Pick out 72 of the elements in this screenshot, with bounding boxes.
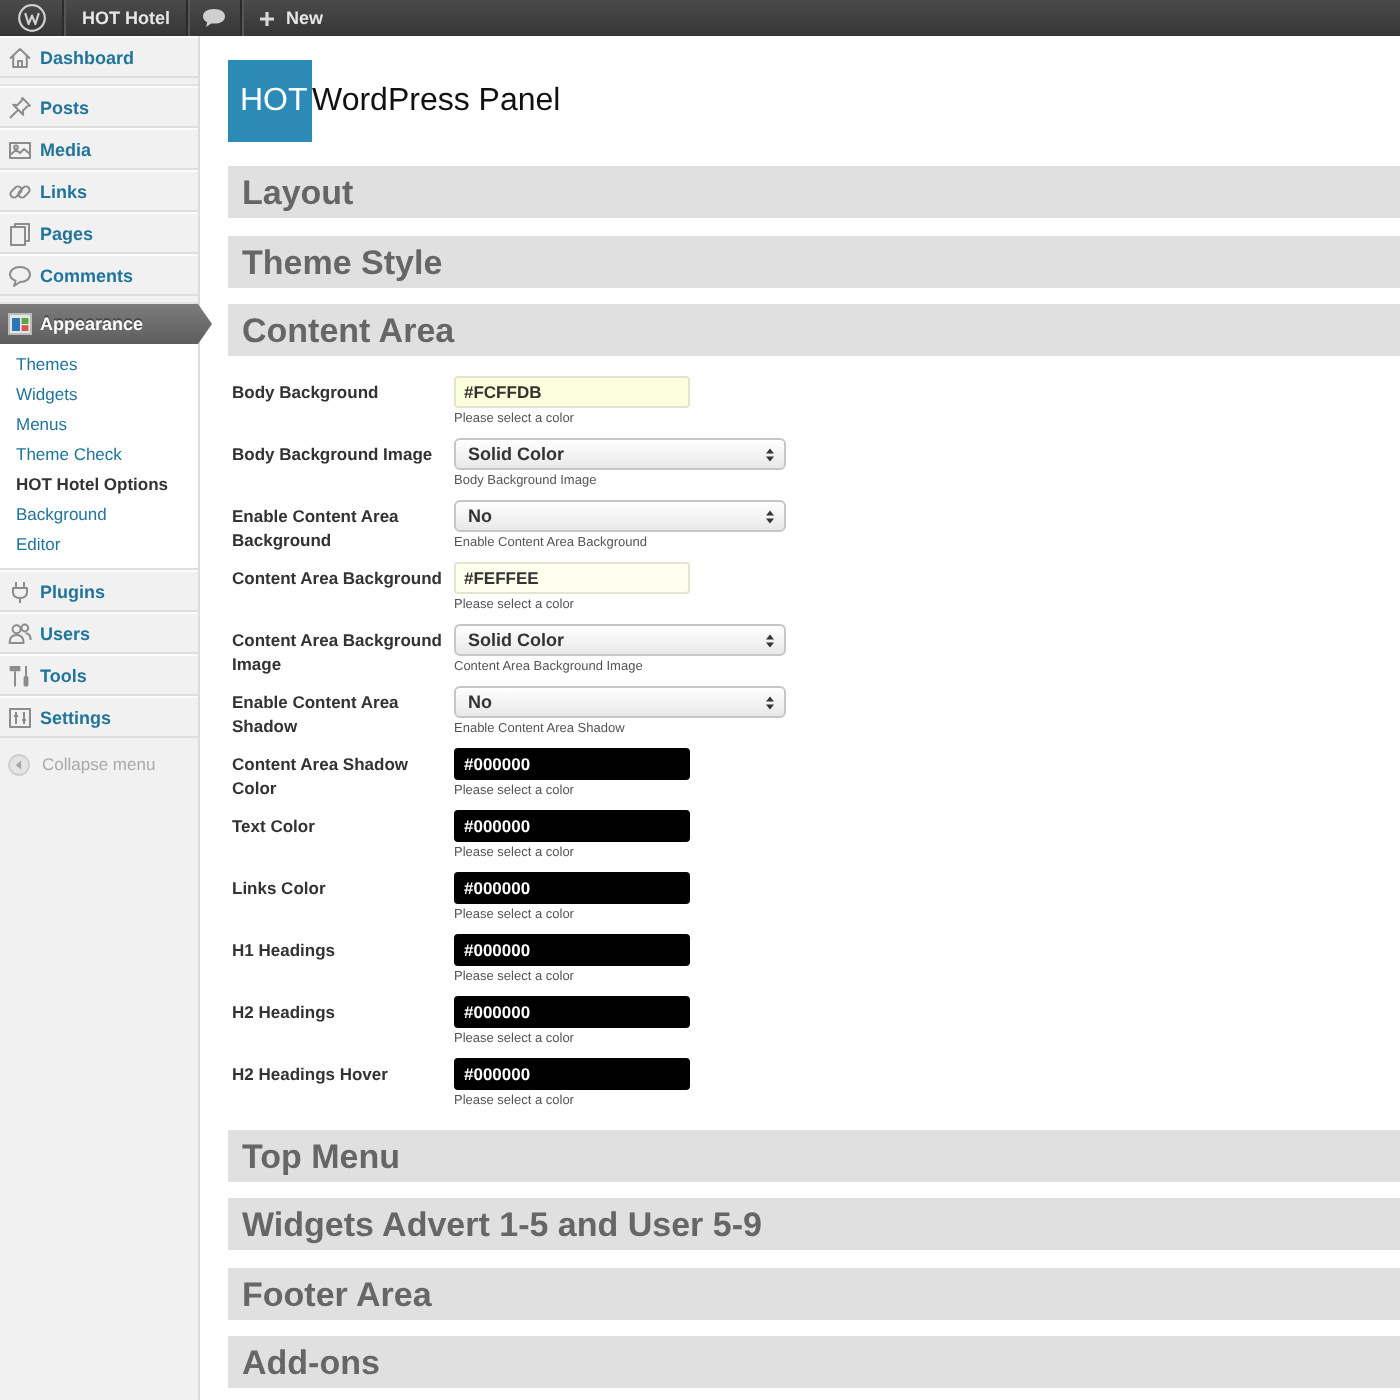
dropdown-field[interactable]: No [454,500,786,532]
field-label: H2 Headings [232,1000,335,1024]
color-field[interactable]: #FCFFDB [454,376,690,408]
dropdown-field[interactable]: Solid Color [454,624,786,656]
submenu-item[interactable]: Themes [0,350,86,380]
submenu-item[interactable]: Background [0,500,115,530]
chain-link-icon [8,179,32,203]
submenu-item[interactable]: Theme Check [0,440,130,470]
pushpin-icon [8,95,32,119]
dropdown-field[interactable]: Solid Color [454,438,786,470]
photo-icon [8,137,32,161]
field-label: Content Area Background Image [232,628,445,676]
submenu-item[interactable]: Widgets [0,380,86,410]
submenu-item[interactable]: HOT Hotel Options [0,470,177,500]
color-field[interactable]: #000000 [454,934,690,966]
submenu-item[interactable]: Editor [0,530,69,560]
field-label: Links Color [232,876,326,900]
section-header[interactable]: Layout [228,166,1400,218]
section-header[interactable]: Add-ons [228,1336,1400,1388]
plug-icon [8,579,32,603]
color-field[interactable]: #000000 [454,810,690,842]
color-field[interactable]: #000000 [454,748,690,780]
house-icon [8,45,32,69]
sidebar-menu-item[interactable]: Posts [0,86,198,128]
submenu-item[interactable]: Menus [0,410,76,440]
plus-icon [260,11,274,25]
field-label: Content Area Background [232,566,443,590]
hammer-screwdriver-icon [8,663,32,687]
field-label: Content Area Shadow Color [232,752,410,800]
pages-icon [8,221,32,245]
section-header[interactable]: Widgets Advert 1-5 and User 5-9 [228,1198,1400,1250]
sidebar-menu-item[interactable]: Dashboard [0,36,198,78]
section-header[interactable]: Top Menu [228,1129,1400,1181]
sidebar-menu-item[interactable]: Comments [0,254,198,296]
field-label: Text Color [232,814,315,838]
sidebar-menu-item[interactable]: Plugins [0,570,198,612]
field-label: Enable Content Area Shadow [232,690,401,738]
color-field[interactable]: #000000 [454,1058,690,1090]
speech-bubble-icon [8,263,32,287]
section-header[interactable]: Theme Style [228,235,1400,287]
dropdown-field[interactable]: No [454,686,786,718]
color-field[interactable]: #FEFFEE [454,562,690,594]
sidebar-menu-item[interactable]: Media [0,128,198,170]
field-label: H2 Headings Hover [232,1062,388,1086]
circle-logo-icon[interactable] [17,4,45,32]
section-header[interactable]: Content Area [228,304,1400,356]
color-field[interactable]: #000000 [454,996,690,1028]
sidebar-menu-item[interactable]: Pages [0,212,198,254]
sidebar-menu-item[interactable]: Appearance [0,304,212,344]
field-label: Enable Content Area Background [232,504,401,552]
field-label: H1 Headings [232,938,335,962]
new-menu-link[interactable]: New [242,0,340,36]
up-down-arrows-icon [766,509,774,523]
left-arrow-circle-icon [8,753,30,775]
sliders-icon [8,705,32,729]
panel-title: WordPress Panel [312,83,561,119]
up-down-arrows-icon [766,447,774,461]
up-down-arrows-icon [766,695,774,709]
color-field[interactable]: #000000 [454,872,690,904]
section-header[interactable]: Footer Area [228,1267,1400,1319]
sidebar-menu-item[interactable]: Settings [0,696,198,738]
sidebar-menu-item[interactable]: Links [0,170,198,212]
up-down-arrows-icon [766,633,774,647]
field-label: Body Background [232,380,379,404]
logo-badge: HOT [228,60,312,142]
sidebar-menu-item[interactable]: Users [0,612,198,654]
window-icon [8,312,32,336]
site-name-link[interactable]: HOT Hotel [64,0,186,36]
field-label: Body Background Image [232,442,433,466]
sidebar-menu-item[interactable]: Tools [0,654,198,696]
speech-bubble-icon[interactable] [202,8,226,28]
people-icon [8,621,32,645]
